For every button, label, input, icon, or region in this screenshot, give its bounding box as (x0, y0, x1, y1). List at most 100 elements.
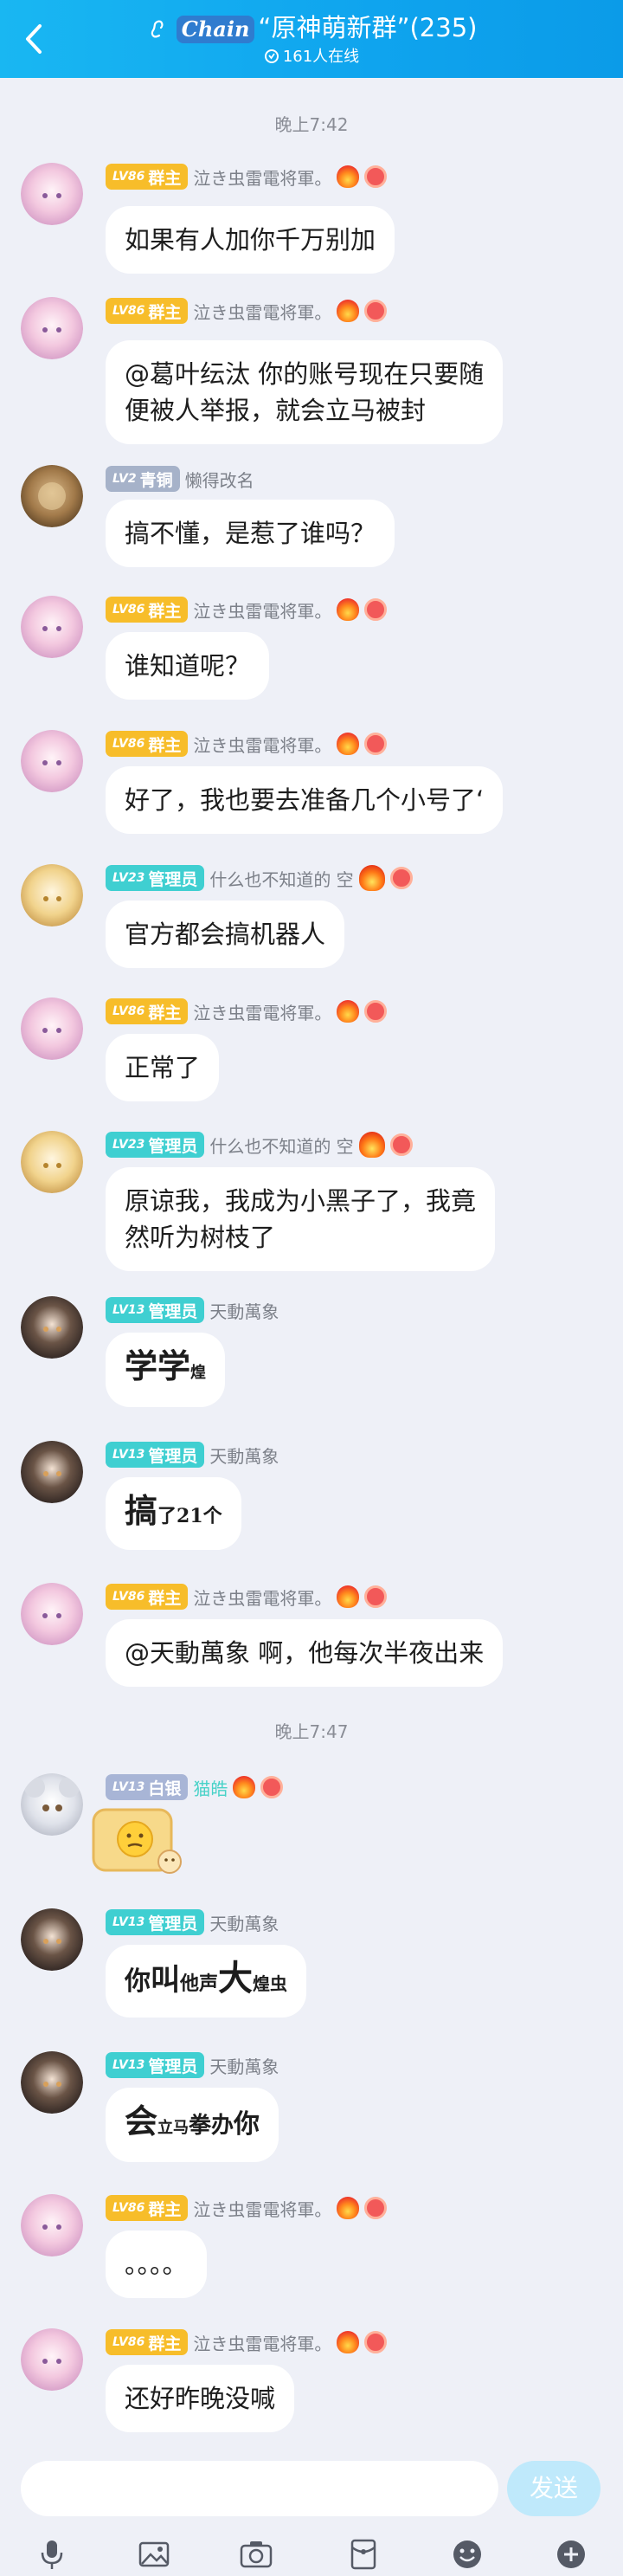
online-status: 161人在线 (0, 47, 623, 68)
sender-meta: LV13 管理员 天動萬象 (106, 1908, 279, 1936)
avatar[interactable] (21, 2328, 83, 2391)
toolbar (0, 2537, 623, 2576)
sender-meta: LV2 青铜 懒得改名 (106, 465, 254, 493)
sender-meta: LV86 群主 泣き虫雷電将軍。 (106, 297, 388, 325)
send-button[interactable]: 发送 (507, 2461, 601, 2516)
message-bubble[interactable]: 。。。。 (106, 2231, 207, 2298)
sender-name[interactable]: 天動萬象 (209, 1910, 279, 1935)
message-bubble[interactable]: @天動萬象 啊，他每次半夜出来 (106, 1619, 504, 1687)
avatar[interactable] (21, 997, 83, 1060)
level-badge: LV2 青铜 (106, 466, 180, 492)
level-badge: LV86 群主 (106, 1584, 189, 1610)
avatar[interactable] (21, 1296, 83, 1359)
sender-name[interactable]: 泣き虫雷電将軍。 (193, 299, 331, 324)
sender-name[interactable]: 天動萬象 (209, 2053, 279, 2078)
avatar[interactable] (21, 2051, 83, 2114)
sender-name[interactable]: 猫皓 (193, 1775, 228, 1800)
honor-badge-icon (364, 598, 388, 621)
message-bubble[interactable]: 搞了21个 (106, 1477, 241, 1550)
message-bubble[interactable]: 好了，我也要去准备几个小号了‘ (106, 766, 504, 834)
sender-name[interactable]: 泣き虫雷電将軍。 (193, 1585, 331, 1610)
message-bubble[interactable]: 如果有人加你千万别加 (106, 206, 395, 274)
message-line: 便被人举报，就会立马被封 (125, 396, 427, 425)
level-badge: LV23 管理员 (106, 865, 205, 891)
sender-name[interactable]: 泣き虫雷電将軍。 (193, 165, 331, 190)
member-count: (235) (409, 13, 478, 42)
online-count: 161人在线 (282, 48, 360, 66)
sender-name[interactable]: 泣き虫雷電将軍。 (193, 2196, 331, 2221)
emoji-icon[interactable] (450, 2537, 485, 2572)
message-line: @葛叶纭汰 你的账号现在只要随 (125, 359, 485, 389)
avatar[interactable] (21, 1441, 83, 1503)
sender-meta: LV13 管理员 天動萬象 (106, 1296, 279, 1324)
avatar[interactable] (21, 163, 83, 225)
fire-badge-icon (233, 1776, 256, 1798)
handwritten-text: 学学 (125, 1346, 191, 1385)
sender-meta: LV13 白银 猫皓 (106, 1773, 284, 1801)
sender-meta: LV86 群主 泣き虫雷電将軍。 (106, 730, 388, 758)
avatar[interactable] (21, 2194, 83, 2256)
handwritten-text: 煌 (190, 1364, 207, 1382)
sender-meta: LV23 管理员 什么也不知道的 空 (106, 864, 413, 892)
sender-meta: LV86 群主 泣き虫雷電将軍。 (106, 596, 388, 623)
sender-name[interactable]: 天動萬象 (209, 1443, 279, 1468)
level-badge: LV23 管理员 (106, 1132, 205, 1158)
honor-badge-icon (389, 1133, 413, 1156)
level-badge: LV13 管理员 (106, 1442, 205, 1468)
sender-meta: LV86 群主 泣き虫雷電将軍。 (106, 163, 388, 190)
message-bubble[interactable]: @葛叶纭汰 你的账号现在只要随 便被人举报，就会立马被封 (106, 340, 504, 444)
sender-name[interactable]: 泣き虫雷電将軍。 (193, 597, 331, 623)
sender-meta: LV86 群主 泣き虫雷電将軍。 (106, 1583, 388, 1611)
honor-badge-icon (364, 1585, 388, 1608)
avatar[interactable] (21, 297, 83, 359)
timestamp: 晚上7:47 (274, 1721, 349, 1742)
camera-icon[interactable] (239, 2537, 273, 2572)
plus-icon[interactable] (554, 2537, 588, 2572)
sender-name[interactable]: 泣き虫雷電将軍。 (193, 2330, 331, 2355)
avatar[interactable] (21, 596, 83, 658)
avatar[interactable] (21, 1773, 83, 1836)
message-bubble[interactable]: 还好昨晚没喊 (106, 2365, 295, 2432)
sender-meta: LV13 管理员 天動萬象 (106, 1441, 279, 1469)
avatar[interactable] (21, 730, 83, 792)
sender-meta: LV86 群主 泣き虫雷電将軍。 (106, 997, 388, 1025)
message-bubble[interactable]: 正常了 (106, 1034, 220, 1101)
image-icon[interactable] (137, 2537, 171, 2572)
avatar[interactable] (21, 465, 83, 527)
handwritten-text: 搞 (125, 1491, 158, 1530)
sender-name[interactable]: 什么也不知道的 空 (209, 1133, 353, 1158)
avatar[interactable] (21, 1131, 83, 1193)
message-bubble[interactable]: 你叫他声大煌虫 (106, 1945, 307, 2018)
sender-name[interactable]: 天動萬象 (209, 1298, 279, 1323)
handwritten-text: 煌虫 (253, 1973, 288, 1994)
emoji-sticker[interactable] (90, 1806, 187, 1877)
handwritten-text: 你 (234, 2109, 260, 2140)
mic-icon[interactable] (35, 2537, 69, 2572)
message-input[interactable] (21, 2461, 498, 2516)
message-bubble[interactable]: 搞不懂，是惹了谁吗？ (106, 500, 395, 567)
sender-name[interactable]: 什么也不知道的 空 (209, 866, 353, 891)
level-badge: LV13 白银 (106, 1774, 189, 1800)
message-bubble[interactable]: 学学煌 (106, 1333, 226, 1407)
avatar[interactable] (21, 1908, 83, 1971)
avatar[interactable] (21, 864, 83, 926)
sender-name[interactable]: 懒得改名 (185, 467, 254, 492)
avatar[interactable] (21, 1583, 83, 1645)
message-bubble[interactable]: 会立马拳办你 (106, 2088, 279, 2162)
message-bubble[interactable]: 谁知道呢？ (106, 632, 270, 700)
sender-name[interactable]: 泣き虫雷電将軍。 (193, 999, 331, 1024)
group-name: “原神萌新群” (258, 13, 410, 42)
level-badge: LV13 管理员 (106, 2052, 205, 2078)
fire-badge-icon (337, 1585, 360, 1608)
message-bubble[interactable]: 官方都会搞机器人 (106, 901, 345, 968)
handwritten-text: 了21个 (157, 1505, 222, 1527)
message-bubble[interactable]: 原谅我，我成为小黑子了，我竟 然听为树枝了 (106, 1167, 496, 1271)
chat-header: Chain “原神萌新群”(235) 161人在线 (0, 0, 623, 78)
handwritten-text: 会 (125, 2101, 158, 2140)
timestamp: 晚上7:42 (274, 114, 349, 135)
red-packet-icon[interactable] (346, 2537, 381, 2572)
sender-name[interactable]: 泣き虫雷電将軍。 (193, 732, 331, 757)
group-title[interactable]: Chain “原神萌新群”(235) (0, 9, 623, 47)
fire-badge-icon (337, 2331, 360, 2353)
fire-badge-icon (358, 865, 385, 891)
